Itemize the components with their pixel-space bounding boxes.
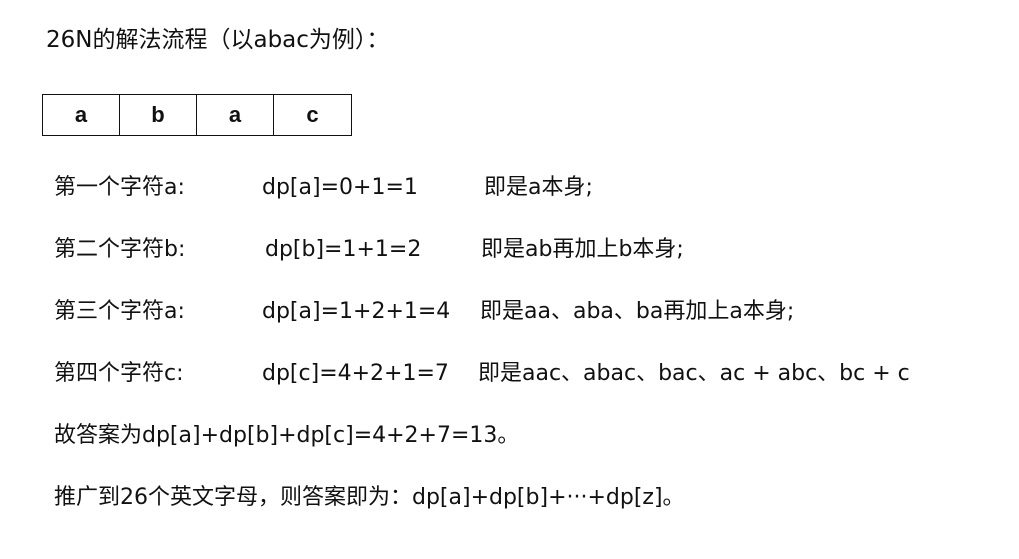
step-formula: dp[a]=0+1=1: [262, 175, 418, 200]
step-label: 第三个字符a:: [54, 299, 185, 324]
page-title: 26N的解法流程（以abac为例）：: [46, 27, 390, 53]
step-label: 第四个字符c:: [54, 361, 184, 386]
step-label: 第二个字符b:: [54, 237, 186, 262]
char-table: a b a c: [42, 94, 352, 136]
step-formula: dp[c]=4+2+1=7: [262, 361, 449, 386]
generalization-line: 推广到26个英文字母，则答案即为：dp[a]+dp[b]+···+dp[z]。: [54, 485, 685, 510]
char-cell: a: [43, 95, 120, 135]
step-formula: dp[b]=1+1=2: [265, 237, 422, 262]
step-formula: dp[a]=1+2+1=4: [262, 299, 451, 324]
char-cell: c: [306, 102, 319, 127]
step-label: 第一个字符a:: [54, 175, 185, 200]
char-cell: a: [197, 95, 274, 135]
step-description: 即是aa、aba、ba再加上a本身;: [480, 299, 795, 324]
char-cell: b: [120, 95, 197, 135]
step-description: 即是aac、abac、bac、ac + abc、bc + c: [478, 361, 910, 386]
answer-line: 故答案为dp[a]+dp[b]+dp[c]=4+2+7=13。: [54, 423, 520, 448]
step-description: 即是a本身;: [484, 175, 593, 200]
step-description: 即是ab再加上b本身;: [481, 237, 684, 262]
